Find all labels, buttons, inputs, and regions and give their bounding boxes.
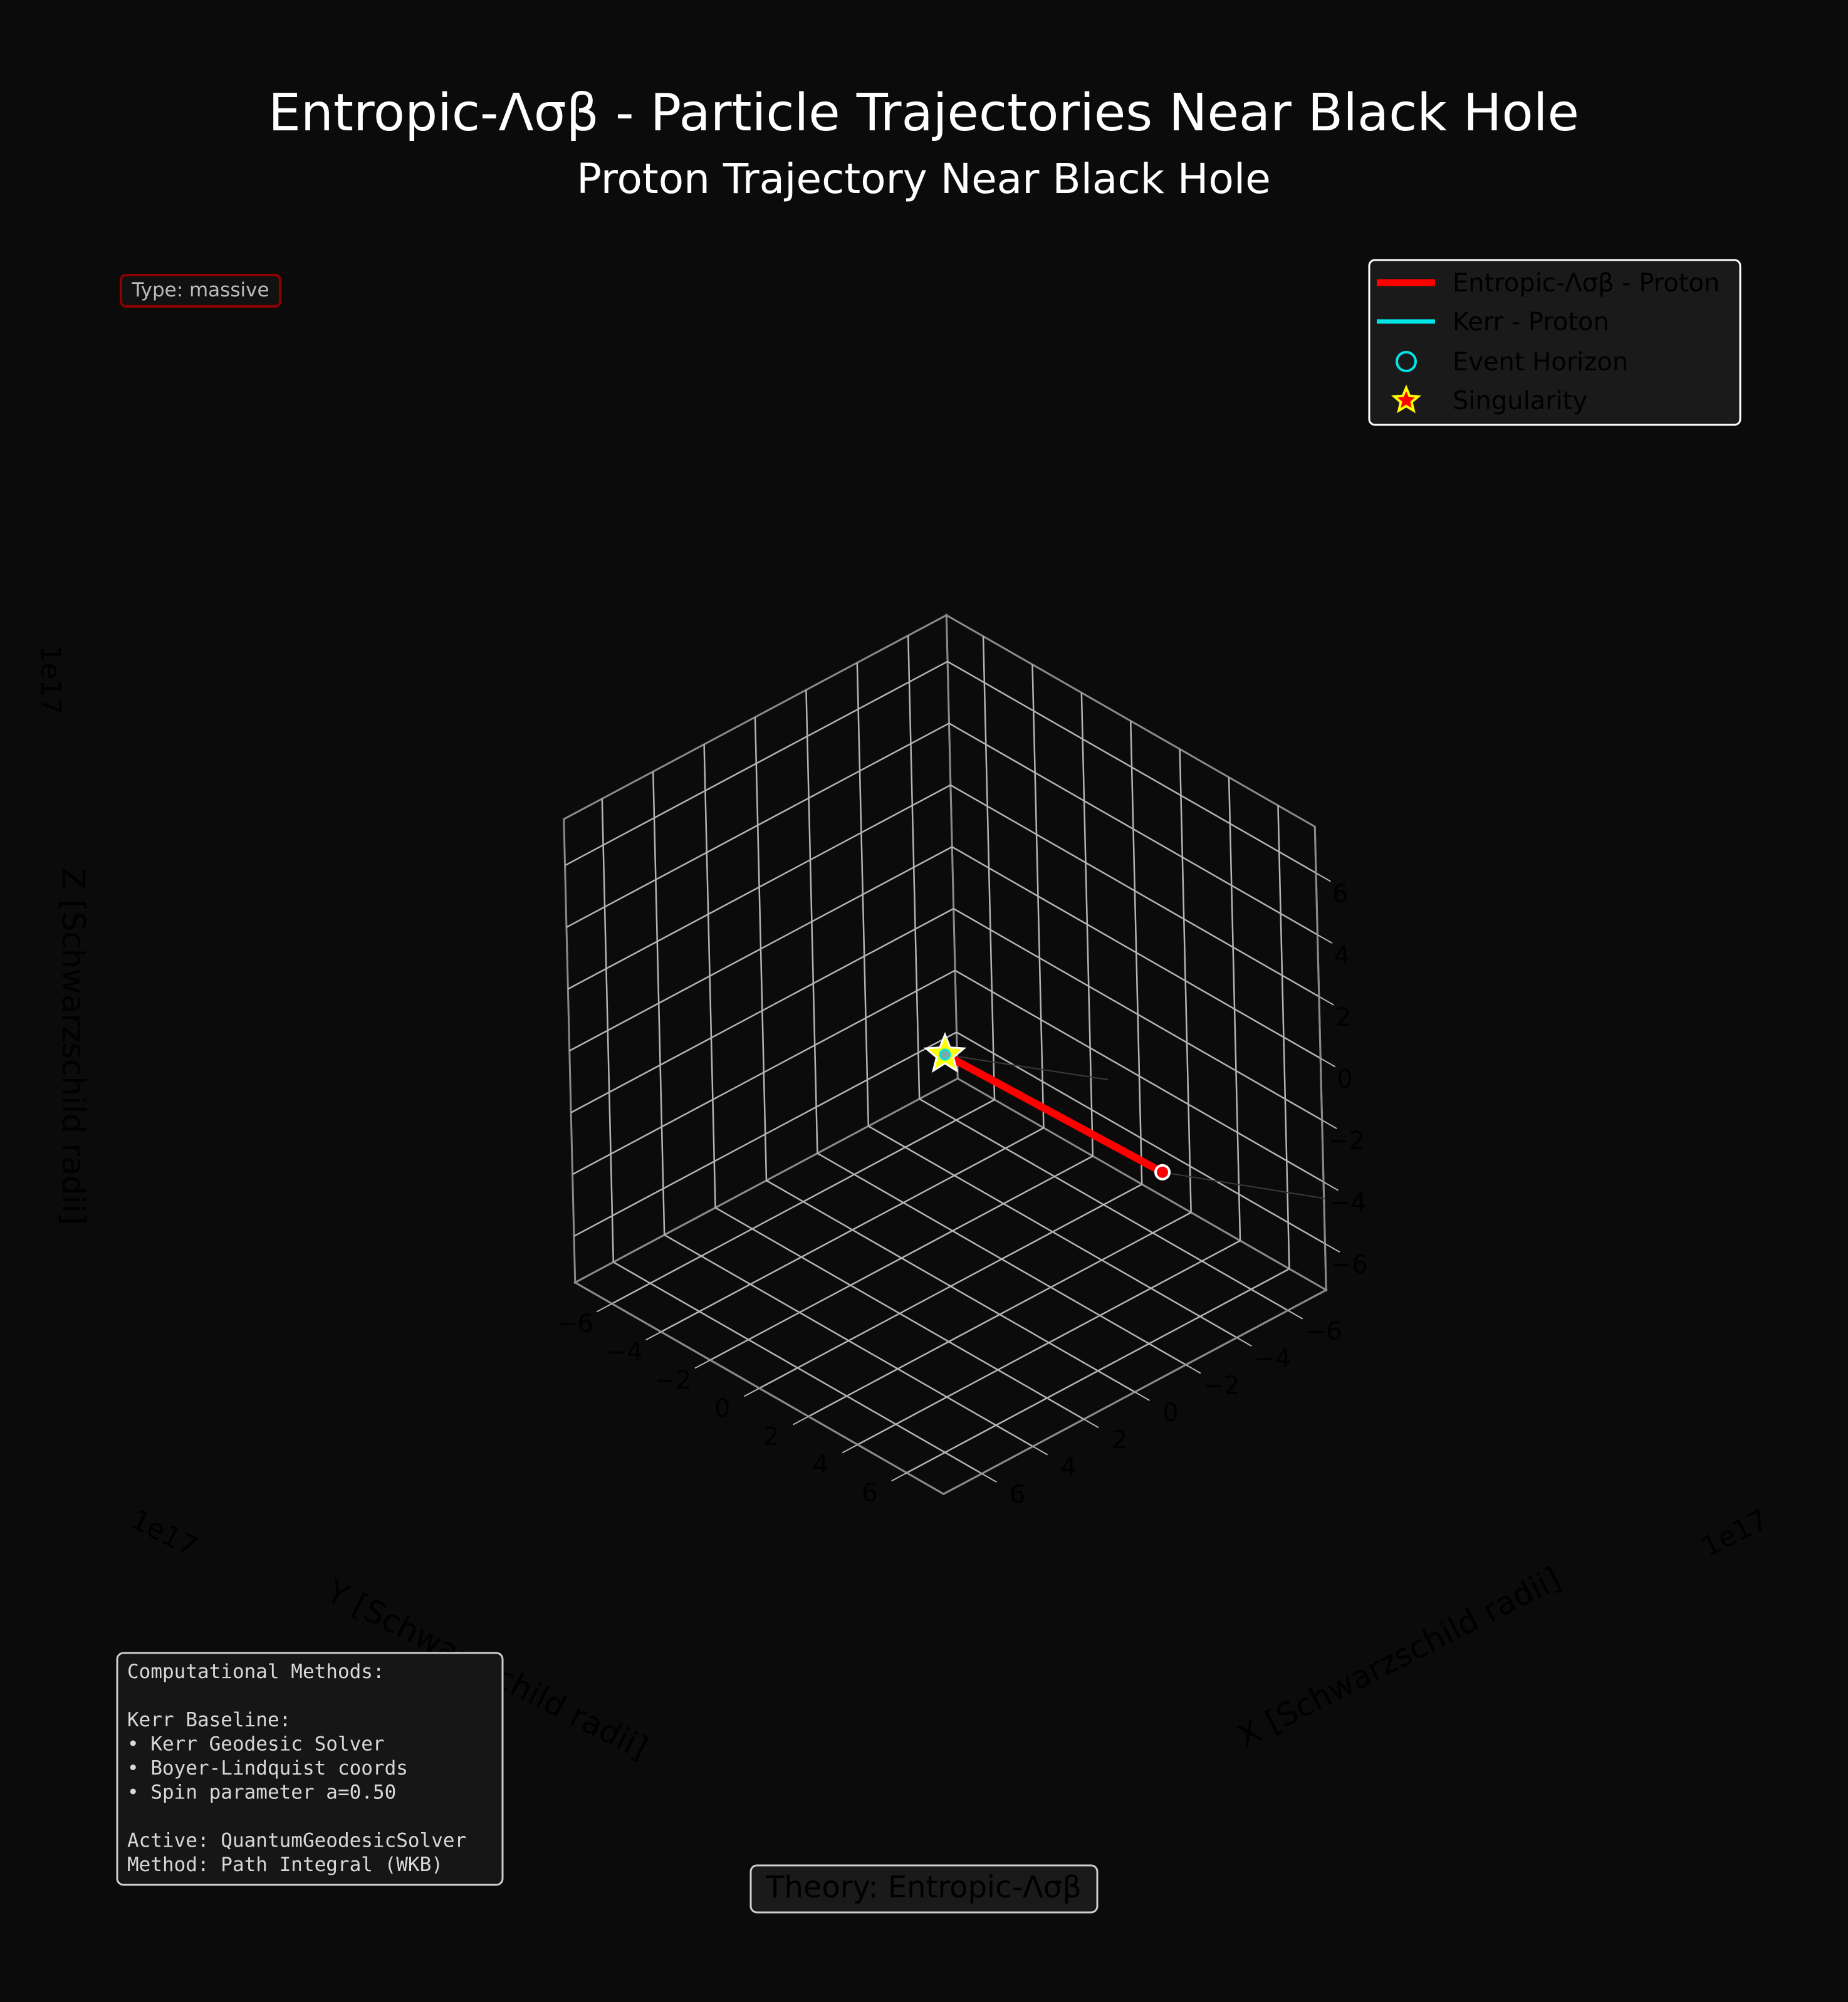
- y-tick-label: 4: [1060, 1453, 1076, 1482]
- x-tick-label: −4: [605, 1338, 642, 1367]
- x-tick-label: 4: [813, 1451, 828, 1479]
- x-tick-label: 6: [862, 1479, 877, 1508]
- z-tick-label: −4: [1329, 1189, 1366, 1217]
- z-axis-label: Z [Schwarzschild radii]: [55, 868, 91, 1225]
- z-offset-text: 1e17: [34, 645, 66, 714]
- methods-line: Method: Path Integral (WKB): [127, 1853, 443, 1876]
- x-tick-label: 0: [714, 1394, 730, 1423]
- y-tick-label: −4: [1254, 1344, 1291, 1373]
- legend-label-singularity: Singularity: [1453, 387, 1587, 415]
- x-tick-label: 2: [763, 1422, 779, 1451]
- type-badge: Type: massive: [120, 274, 281, 308]
- z-tick-label: 6: [1332, 880, 1348, 909]
- methods-line: • Spin parameter a=0.50: [127, 1781, 396, 1804]
- y-tick-label: 2: [1112, 1426, 1127, 1455]
- event-horizon-marker: [939, 1048, 951, 1061]
- methods-line: Kerr Baseline:: [127, 1709, 291, 1731]
- legend-label-entropic: Entropic-Λσβ - Proton: [1453, 269, 1720, 298]
- y-tick-label: −6: [1305, 1317, 1342, 1346]
- legend: Entropic-Λσβ - Proton Kerr - Proton Even…: [1368, 259, 1741, 426]
- trajectory-start-point: [1154, 1164, 1171, 1181]
- theory-badge-text: Theory: Entropic-Λσβ: [765, 1870, 1082, 1905]
- methods-box: Computational Methods: Kerr Baseline:• Ke…: [116, 1652, 504, 1886]
- type-badge-text: Type: massive: [131, 279, 269, 301]
- z-tick-label: 2: [1335, 1003, 1351, 1032]
- x-tick-label: −6: [556, 1310, 593, 1338]
- z-tick-label: −6: [1331, 1250, 1368, 1279]
- z-tick-label: 0: [1337, 1065, 1352, 1094]
- legend-label-horizon: Event Horizon: [1453, 348, 1628, 377]
- legend-label-kerr: Kerr - Proton: [1453, 308, 1609, 336]
- y-tick-label: 0: [1162, 1399, 1178, 1427]
- y-tick-label: −2: [1203, 1372, 1240, 1400]
- chart-title: Proton Trajectory Near Black Hole: [577, 155, 1271, 203]
- methods-line: • Kerr Geodesic Solver: [127, 1733, 385, 1756]
- theory-badge: Theory: Entropic-Λσβ: [749, 1864, 1099, 1914]
- methods-line: Active: QuantumGeodesicSolver: [127, 1830, 466, 1852]
- methods-line: • Boyer-Lindquist coords: [127, 1757, 408, 1780]
- figure-canvas: Entropic-Λσβ - Particle Trajectories Nea…: [0, 0, 1848, 2002]
- figure-suptitle: Entropic-Λσβ - Particle Trajectories Nea…: [268, 83, 1579, 143]
- methods-line: Computational Methods:: [127, 1661, 385, 1683]
- z-tick-label: 4: [1334, 941, 1350, 970]
- z-tick-label: −2: [1328, 1127, 1365, 1155]
- x-tick-label: −2: [655, 1366, 692, 1395]
- y-tick-label: 6: [1010, 1480, 1025, 1509]
